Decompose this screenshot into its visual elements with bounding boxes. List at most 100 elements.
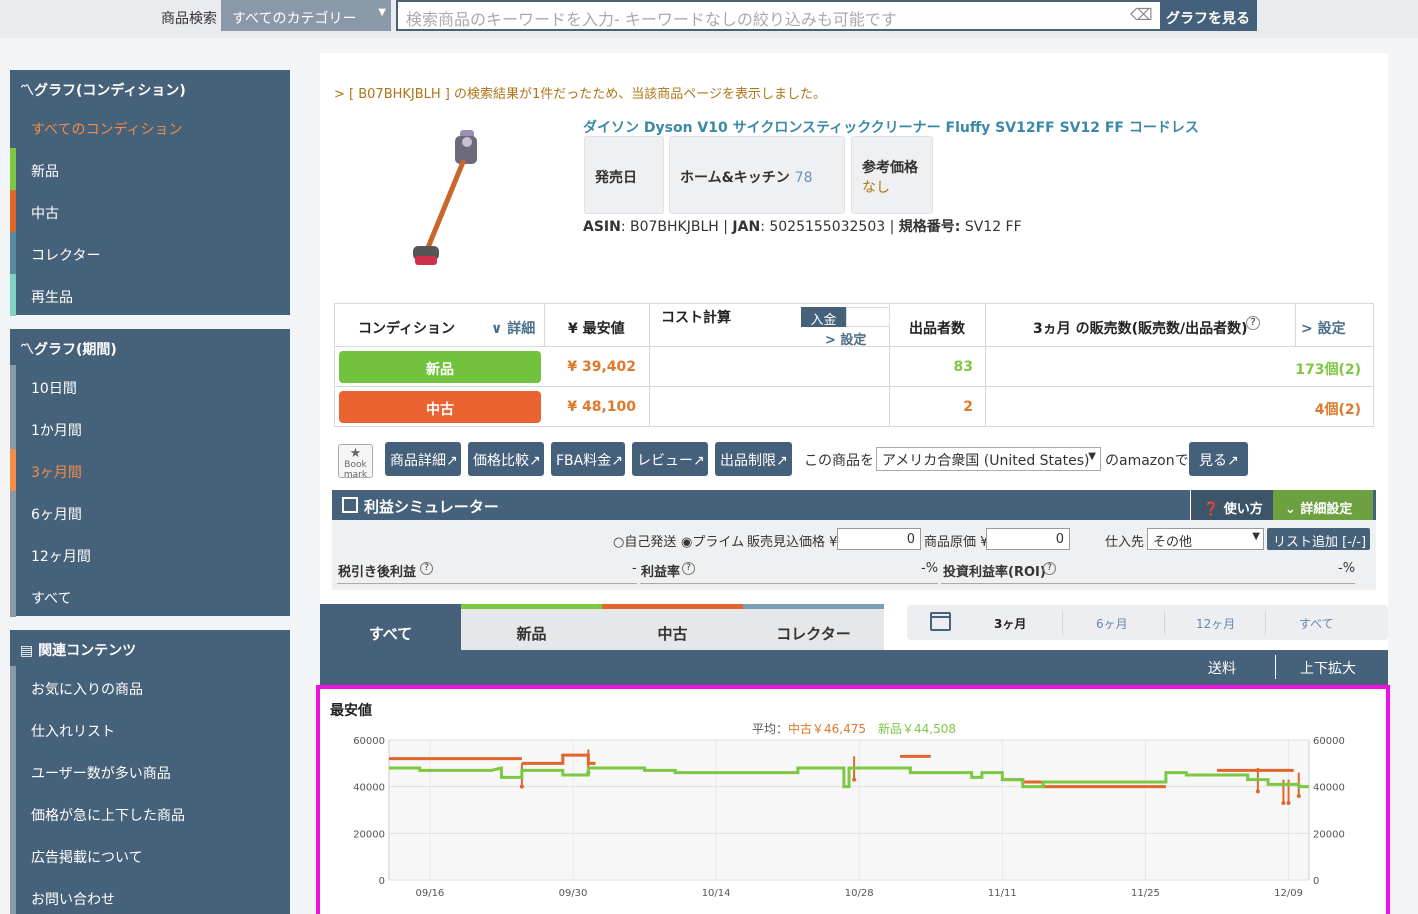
y-tick-label-left: 0 xyxy=(379,876,385,887)
external-link-icon: ↗ xyxy=(1227,453,1239,469)
ref-price-label: 参考価格 xyxy=(862,160,918,176)
sidebar-item-price-change[interactable]: 価格が急に上下した商品 xyxy=(10,792,290,834)
period-all[interactable]: すべて xyxy=(1299,615,1334,632)
price-compare-button[interactable]: 価格比較↗ xyxy=(468,442,544,476)
radio-label: プライム xyxy=(692,535,745,550)
period-12months[interactable]: 12ヶ月 xyxy=(1196,615,1235,632)
color-bar xyxy=(10,407,16,449)
rank-value[interactable]: 78 xyxy=(795,170,813,186)
cost-label: 商品原価 ¥ xyxy=(924,535,989,550)
used-sales: 4個(2) xyxy=(1314,402,1361,418)
condition-used-button[interactable]: 中古 xyxy=(339,391,541,423)
help-icon[interactable]: ? xyxy=(1246,316,1260,330)
y-tick-label-left: 60000 xyxy=(353,736,385,747)
sidebar-item-new[interactable]: 新品 xyxy=(10,148,290,190)
vertical-zoom-toggle[interactable]: 上下拡大 xyxy=(1300,658,1356,678)
sidebar-item-3months[interactable]: 3ヶ月間 xyxy=(10,449,290,491)
sidebar-item-collector[interactable]: コレクター xyxy=(10,232,290,274)
how-to-use-button[interactable]: ❓ 使い方 xyxy=(1190,490,1274,520)
bookmark-label: Book mark xyxy=(343,460,368,480)
fba-fee-button[interactable]: FBA料金↗ xyxy=(551,442,625,476)
shipping-toggle[interactable]: 送料 xyxy=(1208,658,1236,678)
new-sales: 173個(2) xyxy=(1295,362,1361,378)
header-min-price: ¥ 最安値 xyxy=(568,321,625,337)
header-detail-toggle[interactable]: ∨ 詳細 xyxy=(491,318,535,338)
roi-label: 投資利益率(ROI) xyxy=(943,565,1046,580)
view-graph-button[interactable]: グラフを見る xyxy=(1160,0,1257,31)
help-icon[interactable]: ? xyxy=(1043,562,1056,575)
product-detail-button[interactable]: 商品詳細↗ xyxy=(385,442,461,476)
supplier-select[interactable]: その他 ▼ xyxy=(1147,528,1264,550)
sidebar-item-label: 12ヶ月間 xyxy=(31,549,91,565)
prime-radio[interactable]: ◉プライム xyxy=(681,531,744,550)
sidebar-item-purchase-list[interactable]: 仕入れリスト xyxy=(10,708,290,750)
help-icon[interactable]: ? xyxy=(682,562,695,575)
sales-setting-link[interactable]: > 設定 xyxy=(1301,318,1346,338)
sidebar-item-refurbished[interactable]: 再生品 xyxy=(10,274,290,316)
period-3months[interactable]: 3ヶ月 xyxy=(994,615,1026,632)
sidebar-item-contact[interactable]: お問い合わせ xyxy=(10,876,290,914)
sidebar-item-label: コレクター xyxy=(31,248,101,264)
x-tick-label: 11/11 xyxy=(988,888,1017,899)
sidebar-item-1month[interactable]: 1か月間 xyxy=(10,407,290,449)
deposit-toggle[interactable]: 入金 xyxy=(801,307,846,328)
table-divider xyxy=(985,304,986,426)
sidebar-item-label: 1か月間 xyxy=(31,423,82,439)
tab-collector[interactable]: コレクター xyxy=(743,604,884,650)
condition-new-button[interactable]: 新品 xyxy=(339,351,541,383)
category-select[interactable]: すべてのカテゴリー ▼ xyxy=(221,0,391,31)
sidebar-item-all-period[interactable]: すべて xyxy=(10,575,290,617)
detail-settings-button[interactable]: ⌄ 詳細設定 xyxy=(1273,490,1373,520)
chevron-down-icon: ⌄ xyxy=(1285,502,1301,517)
search-input[interactable]: 検索商品のキーワードを入力- キーワードなしの絞り込みも可能です xyxy=(396,0,1162,31)
self-ship-radio[interactable]: ○自己発送 xyxy=(613,531,676,550)
button-label: レビュー xyxy=(637,453,693,469)
help-icon[interactable]: ? xyxy=(420,562,433,575)
y-tick-label-right: 0 xyxy=(1313,876,1319,887)
x-tick-label: 09/30 xyxy=(559,888,588,899)
search-placeholder: 検索商品のキーワードを入力- キーワードなしの絞り込みも可能です xyxy=(406,10,897,29)
expected-price-input[interactable]: 0 xyxy=(837,528,921,550)
sidebar-item-label: 仕入れリスト xyxy=(31,724,115,740)
header-sales: 3ヵ月 の販売数(販売数/出品者数) xyxy=(1033,321,1248,337)
sidebar-item-label: 価格が急に上下した商品 xyxy=(31,808,185,824)
sidebar-item-ads[interactable]: 広告掲載について xyxy=(10,834,290,876)
review-button[interactable]: レビュー↗ xyxy=(632,442,708,476)
tab-all[interactable]: すべて xyxy=(320,604,461,650)
cost-setting-link[interactable]: > 設定 xyxy=(825,329,866,348)
sidebar-item-label: 広告掲載について xyxy=(31,850,143,866)
y-tick-label-right: 40000 xyxy=(1313,783,1345,794)
sidebar-item-10days[interactable]: 10日間 xyxy=(10,365,290,407)
tab-used[interactable]: 中古 xyxy=(602,604,743,650)
sidebar-item-12months[interactable]: 12ヶ月間 xyxy=(10,533,290,575)
product-title[interactable]: ダイソン Dyson V10 サイクロンスティッククリーナー Fluffy SV… xyxy=(583,117,1199,137)
margin-label: 利益率 xyxy=(641,565,681,580)
listing-restriction-button[interactable]: 出品制限↗ xyxy=(715,442,792,476)
eraser-icon[interactable]: ⌫ xyxy=(1130,5,1153,24)
sidebar-item-label: 新品 xyxy=(31,164,59,180)
sidebar-item-6months[interactable]: 6ヶ月間 xyxy=(10,491,290,533)
deposit-input[interactable] xyxy=(846,307,890,327)
sidebar-item-favorites[interactable]: お気に入りの商品 xyxy=(10,666,290,708)
new-sellers: 83 xyxy=(953,359,973,375)
sidebar-item-used[interactable]: 中古 xyxy=(10,190,290,232)
series-point-used xyxy=(852,777,857,782)
y-tick-label-right: 60000 xyxy=(1313,736,1345,747)
sidebar-item-popular[interactable]: ユーザー数が多い商品 xyxy=(10,750,290,792)
calendar-icon[interactable] xyxy=(930,612,951,631)
tab-new[interactable]: 新品 xyxy=(461,604,602,650)
bookmark-button[interactable]: ★ Book mark xyxy=(338,444,373,480)
country-select[interactable]: アメリカ合衆国 (United States) ▼ xyxy=(876,447,1101,471)
period-6months[interactable]: 6ヶ月 xyxy=(1096,615,1128,632)
search-label: 商品検索 xyxy=(161,11,217,27)
cost-input[interactable]: 0 xyxy=(986,528,1070,550)
price-chart[interactable]: 0 0 20000 20000 40000 40000 60000 60000 09/16 09/… xyxy=(330,730,1380,914)
supplier-label: 仕入先 xyxy=(1105,535,1145,550)
view-on-amazon-button[interactable]: 見る↗ xyxy=(1189,442,1248,476)
product-codes: ASIN: B07BHKJBLH | JAN: 5025155032503 | … xyxy=(583,216,1022,236)
add-to-list-button[interactable]: リスト追加 [-/-] xyxy=(1267,528,1370,550)
simulator-header: 利益シミュレーター ❓ 使い方 ⌄ 詳細設定 xyxy=(332,490,1376,520)
sidebar-item-all-conditions[interactable]: すべてのコンディション xyxy=(10,106,290,148)
sidebar-item-label: すべて xyxy=(31,591,72,607)
tab-label: 新品 xyxy=(516,625,547,643)
